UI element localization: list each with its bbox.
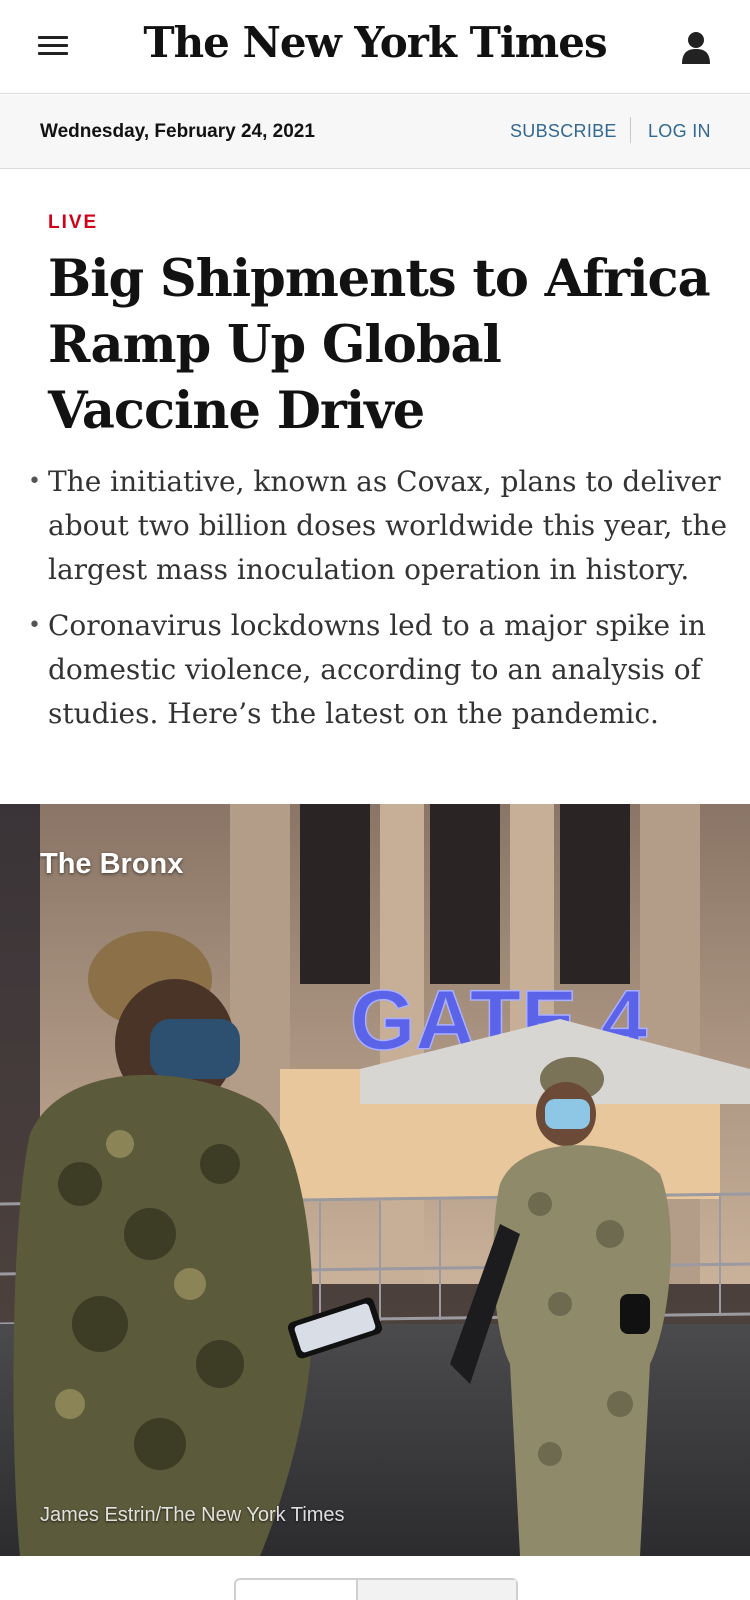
summary-text: Coronavirus lockdowns led to a major spi… [48, 609, 706, 730]
story-photo[interactable]: GATE 4 The Bronx James Estrin/The New Yo… [0, 804, 750, 1556]
bottom-tab-right[interactable] [356, 1580, 516, 1600]
subscribe-link[interactable]: SUBSCRIBE [510, 121, 617, 142]
masthead: The New York Times [0, 0, 750, 94]
photo-illustration: GATE 4 [0, 804, 750, 1556]
story-summary-list: • The initiative, known as Covax, plans … [28, 460, 728, 748]
current-date: Wednesday, February 24, 2021 [40, 121, 315, 142]
photo-credit: James Estrin/The New York Times [40, 1504, 345, 1526]
user-account-icon[interactable] [680, 30, 712, 64]
bottom-tab-left[interactable] [236, 1580, 356, 1600]
nyt-logo[interactable]: The New York Times [0, 18, 750, 67]
photo-location-label: The Bronx [40, 848, 184, 880]
story-headline[interactable]: Big Shipments to Africa Ramp Up Global V… [48, 246, 728, 444]
date-bar: Wednesday, February 24, 2021 SUBSCRIBE L… [0, 95, 750, 169]
login-link[interactable]: LOG IN [648, 121, 711, 142]
bullet-dot-icon: • [28, 469, 41, 494]
bottom-tab-group [234, 1578, 518, 1600]
divider [630, 117, 631, 143]
summary-bullet: • The initiative, known as Covax, plans … [28, 460, 728, 592]
live-kicker: LIVE [48, 212, 99, 233]
summary-text: The initiative, known as Covax, plans to… [48, 465, 728, 586]
bullet-dot-icon: • [28, 613, 41, 638]
summary-bullet: • Coronavirus lockdowns led to a major s… [28, 604, 728, 736]
